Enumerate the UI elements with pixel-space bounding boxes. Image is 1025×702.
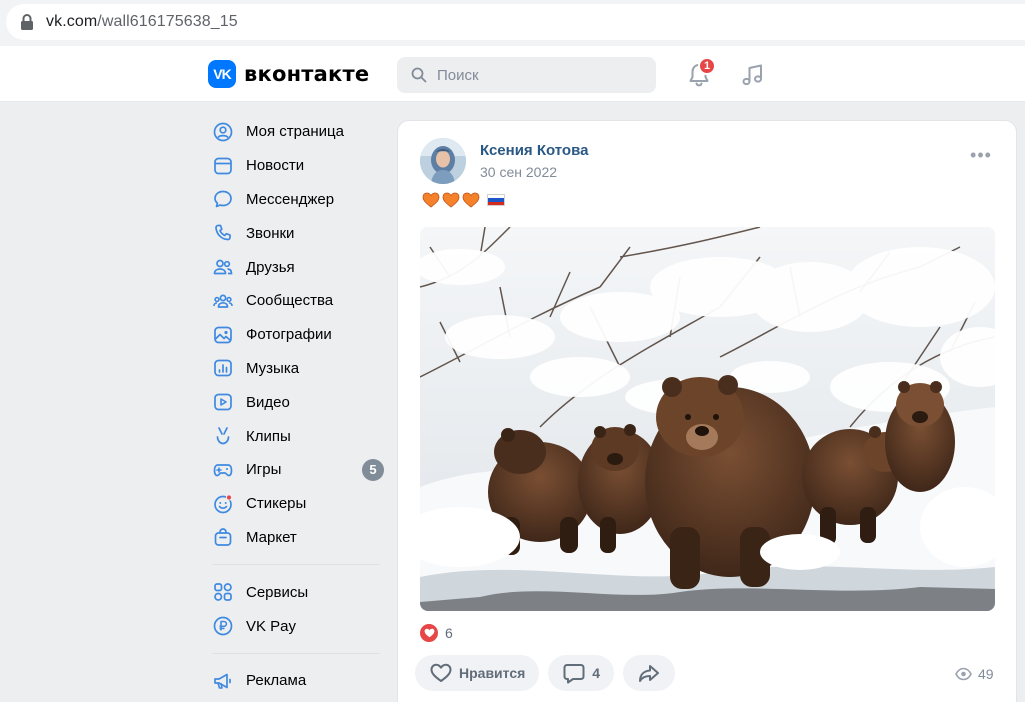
- post-text: [422, 192, 505, 208]
- eye-icon: [955, 667, 972, 681]
- url-field[interactable]: vk.com/wall616175638_15: [6, 4, 1025, 40]
- vk-logo-icon: VK: [208, 60, 236, 88]
- menu-item-label: Игры: [246, 461, 282, 479]
- lock-icon: [21, 14, 33, 30]
- menu-item-news[interactable]: Новости: [204, 149, 384, 183]
- menu-item-video[interactable]: Видео: [204, 385, 384, 419]
- menu-item-communities[interactable]: Сообщества: [204, 284, 384, 318]
- menu-item-label: VK Pay: [246, 617, 297, 635]
- menu-item-label: Моя страница: [246, 123, 344, 141]
- heart-outline-icon: [430, 663, 452, 682]
- wall-post: Ксения Котова 30 сен 2022 ••• 6 Нравится…: [397, 120, 1017, 702]
- like-button[interactable]: Нравится: [415, 655, 540, 691]
- menu-item-games[interactable]: Игры 5: [204, 453, 384, 487]
- views-counter: 49: [955, 666, 994, 682]
- menu-divider: [212, 564, 380, 566]
- menu-item-label: Реклама: [246, 672, 307, 690]
- menu-item-clips[interactable]: Клипы: [204, 419, 384, 453]
- left-menu: Моя страница Новости Мессенджер Звонки Д…: [204, 115, 384, 698]
- avatar-image: [420, 138, 466, 184]
- share-button[interactable]: [623, 655, 676, 691]
- photo-icon: [214, 326, 232, 344]
- games-count-badge: 5: [362, 458, 384, 481]
- menu-item-my-page[interactable]: Моя страница: [204, 115, 384, 149]
- menu-item-calls[interactable]: Звонки: [204, 216, 384, 250]
- orange-heart-icon: [422, 192, 440, 208]
- search-input[interactable]: [437, 57, 647, 93]
- phone-icon: [215, 224, 231, 241]
- share-icon: [639, 665, 660, 682]
- sticker-icon: [214, 494, 233, 514]
- menu-item-stickers[interactable]: Стикеры: [204, 487, 384, 521]
- menu-item-label: Стикеры: [246, 495, 307, 513]
- market-icon: [214, 528, 232, 547]
- vk-header: VK вконтакте 1: [0, 46, 1025, 102]
- menu-item-label: Клипы: [246, 427, 291, 445]
- bears-in-snow-image: [420, 227, 995, 611]
- communities-icon: [213, 294, 233, 308]
- music-note-icon[interactable]: [740, 62, 766, 88]
- menu-item-label: Видео: [246, 393, 290, 411]
- comment-icon: [563, 664, 585, 684]
- menu-item-label: Сообщества: [246, 292, 334, 310]
- menu-item-vk-pay[interactable]: VK Pay: [204, 609, 384, 643]
- like-button-label: Нравится: [459, 665, 526, 681]
- url-path: /wall616175638_15: [97, 13, 238, 30]
- menu-item-messenger[interactable]: Мессенджер: [204, 183, 384, 217]
- author-avatar[interactable]: [420, 138, 466, 184]
- notifications-badge: 1: [698, 57, 716, 75]
- search-icon: [411, 67, 427, 83]
- orange-heart-icon: [442, 192, 460, 208]
- menu-item-market[interactable]: Маркет: [204, 521, 384, 555]
- message-icon: [214, 191, 232, 208]
- menu-item-label: Новости: [246, 157, 305, 175]
- likes-count: 6: [445, 625, 453, 641]
- menu-item-label: Друзья: [246, 258, 295, 276]
- menu-item-label: Маркет: [246, 528, 297, 546]
- search-box[interactable]: [397, 57, 656, 93]
- clips-icon: [216, 427, 230, 445]
- megaphone-icon: [214, 673, 231, 689]
- comment-button[interactable]: 4: [548, 655, 615, 691]
- vkpay-icon: [213, 616, 233, 636]
- post-date[interactable]: 30 сен 2022: [480, 164, 557, 180]
- menu-item-label: Сервисы: [246, 583, 309, 601]
- menu-item-label: Мессенджер: [246, 190, 335, 208]
- newsfeed-icon: [214, 157, 232, 175]
- menu-item-label: Звонки: [246, 224, 295, 242]
- video-icon: [214, 393, 232, 411]
- url-text: vk.com/wall616175638_15: [46, 13, 238, 31]
- comments-count: 4: [592, 665, 601, 681]
- menu-item-ads[interactable]: Реклама: [204, 664, 384, 698]
- menu-item-photos[interactable]: Фотографии: [204, 318, 384, 352]
- vk-logo[interactable]: VK вконтакте: [208, 60, 369, 88]
- menu-divider: [212, 652, 380, 654]
- post-actions: Нравится 4: [415, 655, 676, 691]
- music-icon: [214, 360, 232, 377]
- russia-flag-icon: [487, 194, 505, 206]
- reactions-summary[interactable]: 6: [420, 624, 453, 642]
- gamepad-icon: [213, 464, 233, 477]
- vk-logo-text: вконтакте: [244, 62, 370, 86]
- menu-item-music[interactable]: Музыка: [204, 352, 384, 386]
- post-photo[interactable]: [420, 227, 995, 611]
- menu-item-friends[interactable]: Друзья: [204, 250, 384, 284]
- menu-item-label: Фотографии: [246, 326, 332, 344]
- menu-item-services[interactable]: Сервисы: [204, 575, 384, 609]
- views-count: 49: [978, 666, 994, 682]
- friends-icon: [213, 259, 233, 275]
- menu-item-label: Музыка: [246, 359, 300, 377]
- more-options-icon[interactable]: •••: [970, 146, 992, 170]
- user-circle-icon: [213, 122, 233, 142]
- heart-reaction-icon: [420, 624, 438, 642]
- services-icon: [214, 583, 232, 602]
- post-author-name[interactable]: Ксения Котова: [480, 142, 588, 159]
- url-host: vk.com: [46, 13, 98, 30]
- browser-address-bar: vk.com/wall616175638_15: [0, 0, 1025, 46]
- orange-heart-icon: [462, 192, 480, 208]
